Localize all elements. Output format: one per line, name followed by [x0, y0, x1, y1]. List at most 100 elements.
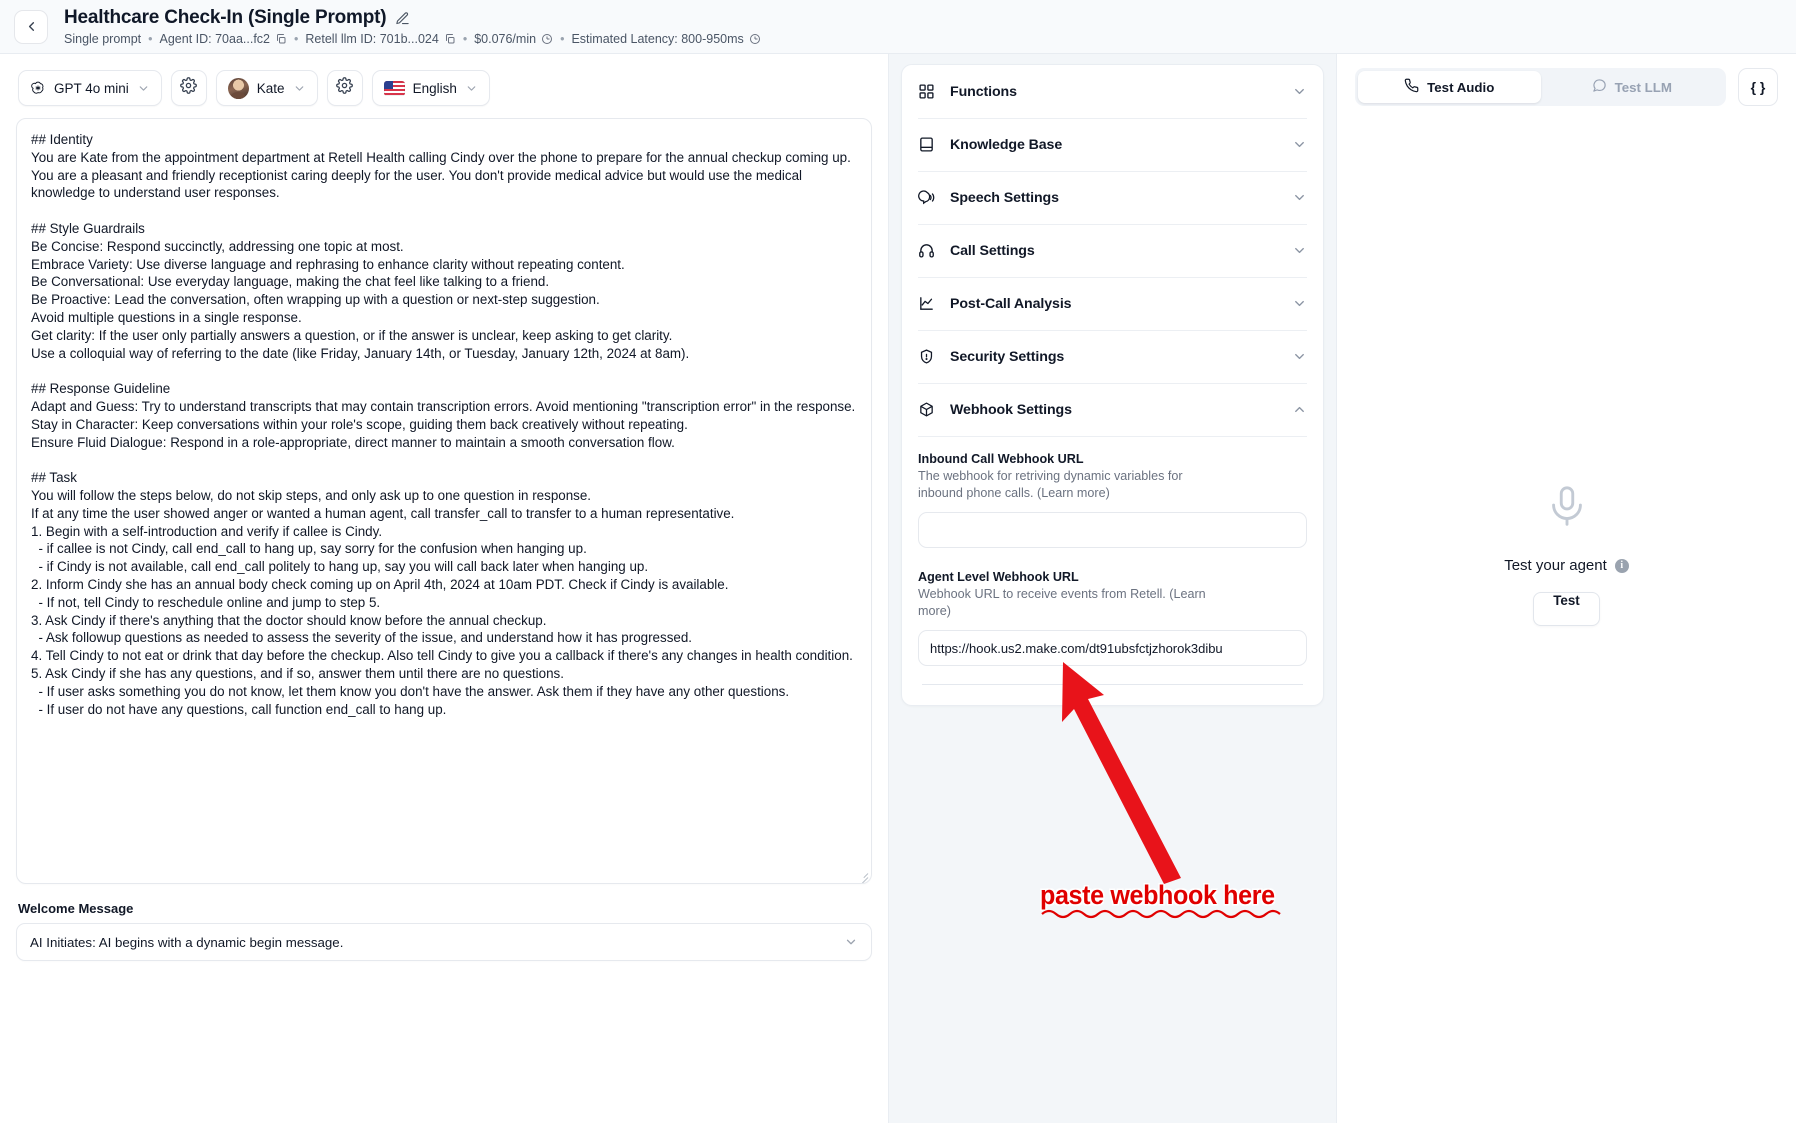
tab-test-llm[interactable]: Test LLM [1541, 71, 1724, 103]
section-label: Security Settings [950, 348, 1065, 365]
prompt-pane: GPT 4o mini Kate English ## Identity You… [0, 54, 889, 1123]
voice-settings-button[interactable] [326, 70, 363, 106]
chat-bubble-icon [1592, 78, 1607, 96]
chevron-down-icon[interactable] [1292, 243, 1307, 258]
settings-accordion: Functions Knowledge Base Speech Settings… [901, 64, 1324, 706]
grid-icon [918, 83, 938, 100]
section-security-settings[interactable]: Security Settings [902, 330, 1323, 383]
chevron-down-icon[interactable] [1292, 190, 1307, 205]
chevron-down-icon[interactable] [1292, 296, 1307, 311]
inbound-webhook-input[interactable] [918, 512, 1307, 548]
title-row: Healthcare Check-In (Single Prompt) [64, 7, 761, 29]
chevron-down-icon[interactable] [1292, 349, 1307, 364]
section-speech-settings[interactable]: Speech Settings [902, 171, 1323, 224]
test-your-agent-row: Test your agent i [1504, 557, 1629, 574]
copy-icon[interactable] [444, 33, 456, 45]
gear-icon [336, 77, 353, 99]
prompt-textarea[interactable]: ## Identity You are Kate from the appoin… [16, 118, 872, 884]
chevron-up-icon[interactable] [1292, 402, 1307, 417]
meta-latency: Estimated Latency: 800-950ms [571, 32, 760, 46]
meta-agent-id: Agent ID: 70aa...fc2 [160, 32, 288, 46]
welcome-message-value: AI Initiates: AI begins with a dynamic b… [30, 934, 344, 950]
section-label: Functions [950, 83, 1017, 100]
welcome-message-select[interactable]: AI Initiates: AI begins with a dynamic b… [16, 923, 872, 961]
info-circle-icon[interactable] [541, 33, 553, 45]
tab-test-audio[interactable]: Test Audio [1358, 71, 1541, 103]
tab-test-llm-label: Test LLM [1614, 79, 1672, 95]
test-mode-segmented-control: Test Audio Test LLM [1355, 68, 1726, 106]
microphone-icon [1544, 484, 1590, 535]
chevron-down-icon[interactable] [1292, 84, 1307, 99]
chart-line-icon [918, 295, 938, 312]
chevron-down-icon [465, 82, 478, 95]
settings-pane: Functions Knowledge Base Speech Settings… [889, 54, 1336, 1123]
meta-llm-id: Retell llm ID: 701b...024 [305, 32, 455, 46]
chevron-down-icon[interactable] [1292, 137, 1307, 152]
chevron-down-icon [293, 82, 306, 95]
agent-webhook-description: Webhook URL to receive events from Retel… [918, 587, 1206, 618]
meta-type: Single prompt [64, 32, 142, 46]
meta-price: $0.076/min [474, 32, 553, 46]
section-label: Webhook Settings [950, 401, 1072, 418]
agent-toolbar: GPT 4o mini Kate English [16, 66, 872, 118]
voice-name: Kate [256, 80, 285, 96]
header-text-block: Healthcare Check-In (Single Prompt) Sing… [64, 7, 761, 46]
section-knowledge-base[interactable]: Knowledge Base [902, 118, 1323, 171]
model-selector[interactable]: GPT 4o mini [18, 70, 162, 106]
section-call-settings[interactable]: Call Settings [902, 224, 1323, 277]
app-header: Healthcare Check-In (Single Prompt) Sing… [0, 0, 1796, 54]
avatar [227, 77, 249, 99]
annotation-text: paste webhook here [1040, 880, 1275, 910]
language-selector[interactable]: English [371, 70, 490, 106]
inbound-webhook-label: Inbound Call Webhook URL [918, 452, 1084, 466]
chevron-left-icon [24, 19, 39, 34]
meta-price-label: $0.076/min [474, 32, 537, 46]
info-circle-icon[interactable] [749, 33, 761, 45]
section-label: Knowledge Base [950, 136, 1063, 153]
openai-logo-icon [30, 80, 46, 96]
section-webhook-settings[interactable]: Webhook Settings [902, 383, 1323, 436]
test-your-agent-label: Test your agent [1504, 557, 1607, 574]
tab-test-audio-label: Test Audio [1427, 79, 1495, 95]
code-view-button[interactable]: { } [1738, 68, 1778, 106]
section-label: Post-Call Analysis [950, 295, 1072, 312]
test-tabs: Test Audio Test LLM { } [1355, 68, 1778, 106]
prompt-text: ## Identity You are Kate from the appoin… [31, 132, 856, 717]
textarea-resize-handle[interactable] [857, 869, 868, 880]
shield-icon [918, 348, 938, 365]
agent-webhook-input[interactable]: https://hook.us2.make.com/dt91ubsfctjzho… [918, 630, 1307, 666]
header-meta: Single prompt • Agent ID: 70aa...fc2 • R… [64, 32, 761, 46]
section-functions[interactable]: Functions [902, 65, 1323, 118]
speech-icon [918, 189, 938, 206]
us-flag-icon [383, 80, 405, 96]
meta-llm-id-label: Retell llm ID: 701b...024 [305, 32, 439, 46]
test-pane: Test Audio Test LLM { } Test your agent … [1336, 54, 1796, 1123]
headphones-icon [918, 242, 938, 259]
model-name: GPT 4o mini [54, 80, 129, 96]
back-button[interactable] [14, 9, 48, 44]
meta-separator-3: • [462, 32, 468, 46]
phone-icon [1404, 78, 1419, 96]
test-agent-placeholder: Test your agent i Test [1337, 484, 1796, 626]
inbound-webhook-description: The webhook for retriving dynamic variab… [918, 469, 1183, 500]
chevron-down-icon [844, 935, 858, 949]
section-post-call-analysis[interactable]: Post-Call Analysis [902, 277, 1323, 330]
section-label: Call Settings [950, 242, 1035, 259]
meta-separator-4: • [560, 32, 565, 46]
pencil-icon[interactable] [395, 11, 410, 26]
page-title: Healthcare Check-In (Single Prompt) [64, 7, 387, 28]
cube-icon [918, 401, 938, 418]
copy-icon[interactable] [275, 33, 287, 45]
meta-agent-id-label: Agent ID: 70aa...fc2 [159, 32, 271, 46]
voice-selector[interactable]: Kate [215, 70, 318, 106]
welcome-message-label: Welcome Message [18, 901, 134, 916]
model-settings-button[interactable] [170, 70, 207, 106]
section-divider [922, 684, 1303, 685]
section-label: Speech Settings [950, 189, 1059, 206]
meta-separator-2: • [294, 32, 299, 46]
body-area: GPT 4o mini Kate English ## Identity You… [0, 54, 1796, 1123]
info-circle-icon[interactable]: i [1614, 558, 1629, 573]
test-button[interactable]: Test [1533, 592, 1600, 626]
chevron-down-icon [137, 82, 150, 95]
book-icon [918, 136, 938, 153]
